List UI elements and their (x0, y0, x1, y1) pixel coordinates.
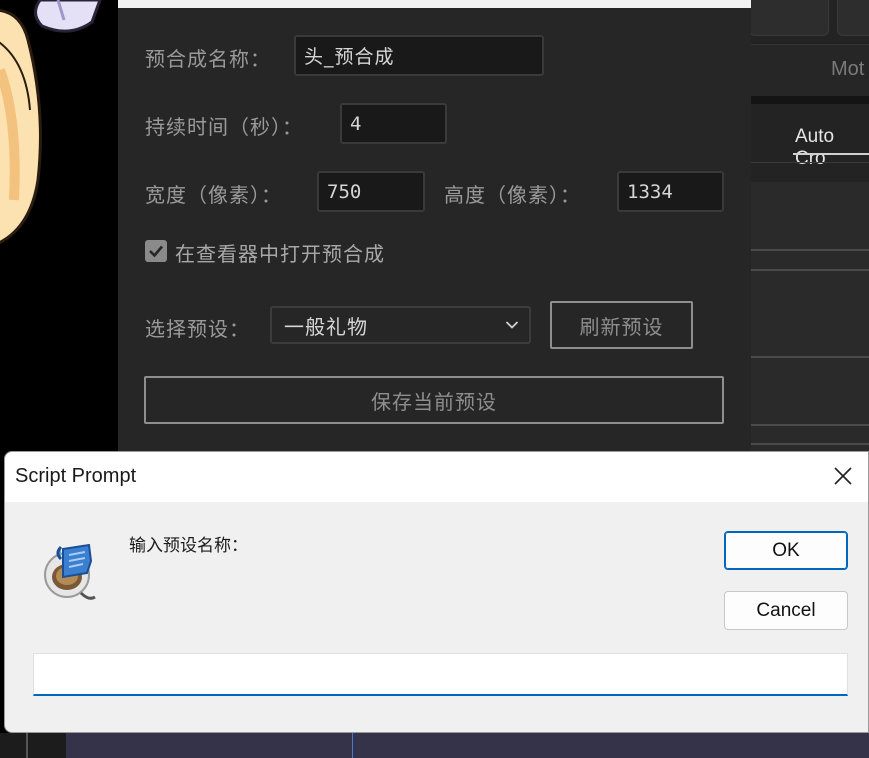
refresh-preset-button[interactable]: 刷新预设 (550, 301, 693, 349)
list-row (751, 443, 869, 445)
divider (751, 96, 869, 104)
preset-name-input[interactable] (33, 653, 848, 696)
list-row (751, 424, 869, 426)
panel-title-strip (118, 0, 751, 8)
playhead (352, 733, 353, 758)
prompt-message: 输入预设名称： (129, 536, 248, 556)
duration-label: 持续时间（秒）： (145, 115, 303, 139)
script-prompt-dialog: Script Prompt 输入预设名称： OK Cancel (4, 451, 869, 733)
panel-button[interactable] (751, 0, 829, 36)
preset-label: 选择预设： (145, 317, 250, 341)
height-input[interactable]: 1334 (617, 171, 724, 212)
preset-dropdown-value: 一般礼物 (284, 314, 368, 339)
open-in-viewer-label[interactable]: 在查看器中打开预合成 (175, 238, 385, 267)
chevron-down-icon (505, 321, 519, 329)
duration-input[interactable]: 4 (340, 103, 447, 144)
dialog-title: Script Prompt (15, 465, 137, 487)
script-scroll-icon (44, 543, 96, 600)
script-icon (41, 543, 97, 603)
cancel-button[interactable]: Cancel (724, 591, 848, 630)
precomp-name-label: 预合成名称： (145, 47, 271, 71)
active-tab-underline (793, 153, 869, 155)
panel-button[interactable] (837, 0, 869, 36)
list-row (751, 356, 869, 358)
timeline-track (66, 733, 869, 758)
list-row (751, 249, 869, 251)
height-label: 高度（像素）： (444, 183, 581, 207)
save-preset-button[interactable]: 保存当前预设 (144, 376, 724, 424)
list-row (751, 269, 869, 271)
close-icon (834, 467, 852, 485)
effects-list (751, 182, 869, 452)
close-button[interactable] (831, 464, 855, 488)
tab-motion-partial[interactable]: Mot (831, 58, 864, 81)
width-input[interactable]: 750 (317, 171, 425, 212)
divider (751, 162, 869, 163)
divider (26, 733, 28, 758)
width-label: 宽度（像素）： (145, 183, 282, 207)
preset-dropdown[interactable]: 一般礼物 (270, 306, 531, 344)
ok-button[interactable]: OK (724, 531, 848, 570)
open-in-viewer-checkbox[interactable] (145, 240, 167, 262)
precomp-name-input[interactable]: 头_预合成 (294, 35, 544, 76)
tab-auto-crop[interactable]: Auto Cro (795, 126, 869, 170)
checkmark-icon (149, 245, 163, 258)
